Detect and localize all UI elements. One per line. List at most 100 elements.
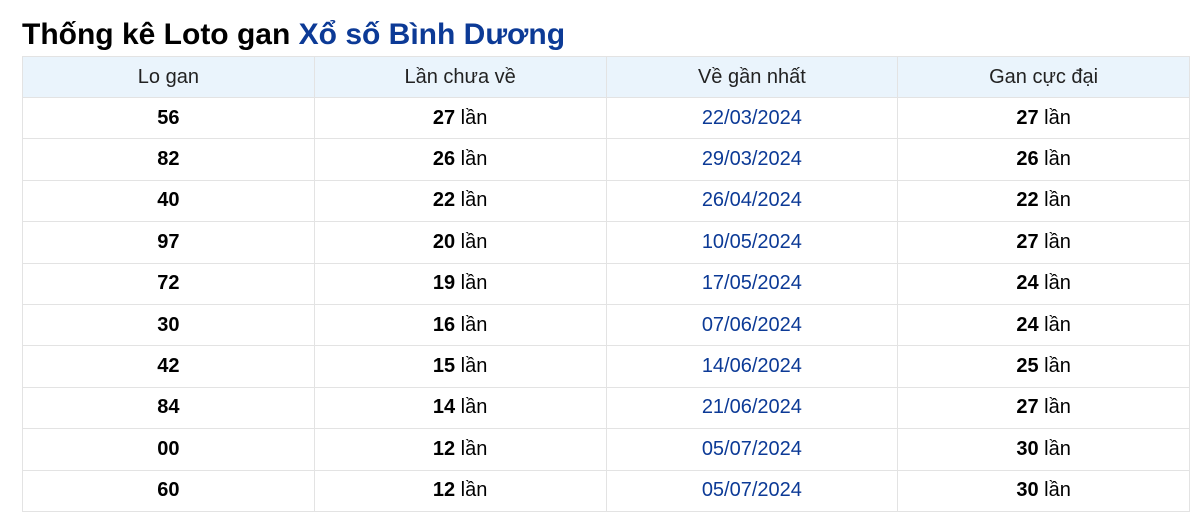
cell-ve-gan-nhat-link[interactable]: 05/07/2024: [605, 469, 899, 512]
table-row: 56 27 lần 22/03/2024 27 lần: [22, 96, 1190, 140]
miss-unit: lần: [460, 230, 488, 253]
max-unit: lần: [1044, 396, 1071, 419]
miss-unit: lần: [460, 272, 488, 295]
max-unit: lần: [1044, 355, 1071, 378]
miss-count: 27: [432, 106, 456, 129]
miss-unit: lần: [460, 437, 488, 460]
max-count: 27: [1016, 230, 1039, 253]
cell-ve-gan-nhat-link[interactable]: 17/05/2024: [605, 262, 899, 305]
max-count: 24: [1016, 272, 1039, 295]
table-row: 60 12 lần 05/07/2024 30 lần: [22, 469, 1190, 512]
cell-ve-gan-nhat-link[interactable]: 29/03/2024: [605, 138, 899, 181]
cell-gan-cuc-dai: 24 lần: [897, 303, 1190, 347]
cell-lo-gan: 00: [22, 428, 315, 471]
miss-count: 12: [432, 437, 456, 460]
cell-lo-gan: 72: [22, 262, 315, 305]
cell-lan-chua-ve: 27 lần: [313, 96, 607, 140]
cell-gan-cuc-dai: 27 lần: [897, 96, 1190, 140]
table-row: 82 26 lần 29/03/2024 26 lần: [22, 138, 1190, 181]
max-unit: lần: [1044, 272, 1071, 295]
page-title-link[interactable]: Xổ số Bình Dương: [299, 18, 565, 51]
table-row: 97 20 lần 10/05/2024 27 lần: [22, 221, 1190, 264]
cell-ve-gan-nhat-link[interactable]: 21/06/2024: [605, 386, 899, 430]
max-count: 27: [1016, 106, 1039, 129]
table-body: 56 27 lần 22/03/2024 27 lần 82 26 lần 29/03/20…: [22, 96, 1190, 512]
cell-gan-cuc-dai: 27 lần: [897, 386, 1190, 430]
miss-unit: lần: [460, 189, 488, 212]
miss-count: 26: [432, 148, 456, 171]
max-unit: lần: [1044, 189, 1071, 212]
loto-gan-table: Lo gan Lần chưa về Về gần nhất Gan cực đ…: [22, 56, 1190, 512]
max-unit: lần: [1044, 437, 1071, 460]
table-row: 00 12 lần 05/07/2024 30 lần: [22, 428, 1190, 471]
cell-ve-gan-nhat-link[interactable]: 22/03/2024: [605, 96, 899, 140]
page-title: Thống kê Loto gan Xổ số Bình Dương: [22, 14, 1190, 56]
max-count: 22: [1016, 189, 1039, 212]
header-lo-gan: Lo gan: [22, 56, 315, 98]
miss-unit: lần: [460, 479, 488, 502]
max-count: 26: [1016, 148, 1039, 171]
max-count: 30: [1016, 479, 1039, 502]
max-count: 25: [1016, 355, 1039, 378]
miss-count: 14: [432, 396, 456, 419]
table-row: 72 19 lần 17/05/2024 24 lần: [22, 262, 1190, 305]
cell-gan-cuc-dai: 30 lần: [897, 469, 1190, 512]
cell-lan-chua-ve: 26 lần: [313, 138, 607, 181]
miss-unit: lần: [460, 355, 488, 378]
header-lan-chua-ve: Lần chưa về: [313, 56, 607, 98]
miss-unit: lần: [460, 148, 488, 171]
cell-gan-cuc-dai: 27 lần: [897, 221, 1190, 264]
cell-lan-chua-ve: 19 lần: [313, 262, 607, 305]
cell-gan-cuc-dai: 24 lần: [897, 262, 1190, 305]
cell-gan-cuc-dai: 26 lần: [897, 138, 1190, 181]
header-ve-gan-nhat: Về gần nhất: [605, 56, 899, 98]
cell-lo-gan: 60: [22, 469, 315, 512]
table-row: 84 14 lần 21/06/2024 27 lần: [22, 386, 1190, 430]
cell-ve-gan-nhat-link[interactable]: 10/05/2024: [605, 221, 899, 264]
cell-ve-gan-nhat-link[interactable]: 14/06/2024: [605, 345, 899, 388]
cell-lan-chua-ve: 20 lần: [313, 221, 607, 264]
table-row: 40 22 lần 26/04/2024 22 lần: [22, 179, 1190, 223]
table-header-row: Lo gan Lần chưa về Về gần nhất Gan cực đ…: [22, 56, 1190, 98]
miss-unit: lần: [460, 106, 488, 129]
miss-count: 12: [432, 479, 456, 502]
miss-unit: lần: [460, 396, 488, 419]
max-unit: lần: [1044, 148, 1071, 171]
cell-ve-gan-nhat-link[interactable]: 26/04/2024: [605, 179, 899, 223]
cell-lan-chua-ve: 22 lần: [313, 179, 607, 223]
cell-gan-cuc-dai: 30 lần: [897, 428, 1190, 471]
cell-lo-gan: 30: [22, 303, 315, 347]
miss-count: 15: [432, 355, 456, 378]
cell-lo-gan: 42: [22, 345, 315, 388]
miss-unit: lần: [460, 313, 488, 336]
page: Thống kê Loto gan Xổ số Bình Dương Lo ga…: [0, 0, 1200, 512]
max-unit: lần: [1044, 230, 1071, 253]
miss-count: 22: [432, 189, 456, 212]
header-gan-cuc-dai: Gan cực đại: [897, 56, 1190, 98]
cell-lan-chua-ve: 12 lần: [313, 428, 607, 471]
max-count: 24: [1016, 313, 1039, 336]
cell-lan-chua-ve: 14 lần: [313, 386, 607, 430]
cell-ve-gan-nhat-link[interactable]: 07/06/2024: [605, 303, 899, 347]
miss-count: 20: [432, 230, 456, 253]
cell-lan-chua-ve: 16 lần: [313, 303, 607, 347]
cell-ve-gan-nhat-link[interactable]: 05/07/2024: [605, 428, 899, 471]
max-unit: lần: [1044, 479, 1071, 502]
max-unit: lần: [1044, 313, 1071, 336]
miss-count: 16: [432, 313, 456, 336]
cell-lo-gan: 40: [22, 179, 315, 223]
max-unit: lần: [1044, 106, 1071, 129]
cell-lo-gan: 97: [22, 221, 315, 264]
cell-lan-chua-ve: 15 lần: [313, 345, 607, 388]
miss-count: 19: [432, 272, 456, 295]
table-row: 42 15 lần 14/06/2024 25 lần: [22, 345, 1190, 388]
max-count: 30: [1016, 437, 1039, 460]
max-count: 27: [1016, 396, 1039, 419]
table-row: 30 16 lần 07/06/2024 24 lần: [22, 303, 1190, 347]
cell-lo-gan: 56: [22, 96, 315, 140]
page-title-prefix: Thống kê Loto gan: [22, 18, 291, 51]
cell-lan-chua-ve: 12 lần: [313, 469, 607, 512]
cell-gan-cuc-dai: 22 lần: [897, 179, 1190, 223]
cell-lo-gan: 84: [22, 386, 315, 430]
cell-lo-gan: 82: [22, 138, 315, 181]
